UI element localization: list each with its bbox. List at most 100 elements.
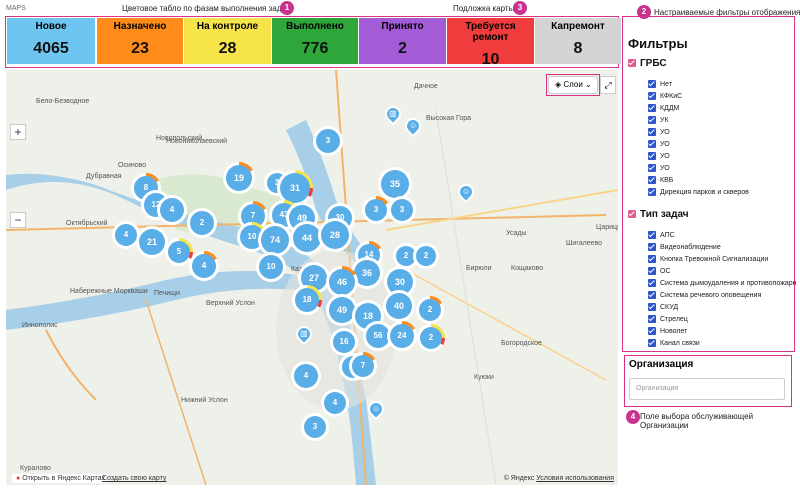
map-copyright: © Яндекс Условия использования <box>503 475 614 482</box>
checkbox-checked-icon[interactable] <box>648 255 656 264</box>
create-map-link[interactable]: Создать свою карту <box>102 475 166 482</box>
terms-link[interactable]: Условия использования <box>536 475 614 482</box>
map-cluster-count: 2 <box>419 299 441 321</box>
checkbox-checked-icon[interactable] <box>628 59 636 68</box>
checkbox-checked-icon[interactable] <box>628 210 636 219</box>
open-yandex-link[interactable]: ● Открыть в Яндекс Картах <box>12 474 110 483</box>
filter-item[interactable]: Система дымоудаления и противопожарн <box>648 279 796 289</box>
phase-count: 4065 <box>33 40 69 57</box>
map-cluster[interactable]: 2 <box>416 296 444 324</box>
map-pin-person[interactable]: ☺ <box>401 114 425 138</box>
checkbox-checked-icon[interactable] <box>648 243 656 252</box>
map-area[interactable]: Бело-Безводное Дубравная Осиново Новопольск… <box>6 70 618 485</box>
map-place-label: Бирюли <box>466 265 492 272</box>
map-cluster[interactable]: 2 <box>417 324 445 352</box>
map-cluster[interactable]: 3 <box>388 196 416 224</box>
map-cluster-count: 49 <box>329 297 355 323</box>
filter-item[interactable]: Новолет <box>648 327 687 337</box>
map-cluster[interactable]: 10 <box>256 252 286 282</box>
filter-item-label: КФКиС <box>660 93 683 100</box>
phase-tile[interactable]: Выполнено 776 <box>272 18 358 64</box>
filter-item[interactable]: СКУД <box>648 303 678 313</box>
zoom-in-button[interactable]: + <box>10 124 26 140</box>
checkbox-checked-icon[interactable] <box>648 339 656 348</box>
checkbox-checked-icon[interactable] <box>648 267 656 276</box>
map-cluster[interactable]: 40 <box>383 290 415 322</box>
checkbox-checked-icon[interactable] <box>648 327 656 336</box>
layers-button[interactable]: ◈ Слои ⌄ <box>548 76 598 94</box>
checkbox-checked-icon[interactable] <box>648 231 656 240</box>
checkbox-checked-icon[interactable] <box>648 116 656 125</box>
map-cluster[interactable]: 24 <box>387 321 417 351</box>
map-cluster[interactable]: 3 <box>313 126 343 156</box>
filter-item[interactable]: УК <box>648 116 669 126</box>
filter-item-label: УК <box>660 117 669 124</box>
filter-group-header[interactable]: ГРБС <box>628 58 667 69</box>
filter-item[interactable]: Стрелец <box>648 315 688 325</box>
filter-item[interactable]: АПС <box>648 231 675 241</box>
map-cluster[interactable]: 4 <box>189 251 219 281</box>
map-cluster-count: 3 <box>316 129 340 153</box>
checkbox-checked-icon[interactable] <box>648 92 656 101</box>
map-cluster[interactable]: 7 <box>349 352 377 380</box>
map-cluster[interactable]: 19 <box>223 162 255 194</box>
checkbox-checked-icon[interactable] <box>648 176 656 185</box>
map-cluster[interactable]: 3 <box>362 196 390 224</box>
filter-item[interactable]: Видеонаблюдение <box>648 243 721 253</box>
organization-input[interactable]: Организация <box>629 378 785 400</box>
map-cluster[interactable]: 2 <box>413 243 439 269</box>
checkbox-checked-icon[interactable] <box>648 104 656 113</box>
map-cluster-count: 40 <box>386 293 412 319</box>
map-pin-person[interactable]: ☺ <box>454 180 478 204</box>
fullscreen-button[interactable]: ⤢ <box>600 76 616 94</box>
map-pin-facility[interactable]: ▥ <box>292 322 316 346</box>
map-cluster[interactable]: 3 <box>301 413 329 441</box>
filter-item[interactable]: КВБ <box>648 176 673 186</box>
map-pin-person[interactable]: ☺ <box>364 397 388 421</box>
layers-label: Слои <box>563 80 583 89</box>
chevron-down-icon: ⌄ <box>582 80 592 89</box>
checkbox-checked-icon[interactable] <box>648 291 656 300</box>
phase-tile[interactable]: Назначено 23 <box>97 18 183 64</box>
map-cluster[interactable]: 4 <box>321 389 349 417</box>
map-cluster[interactable]: 16 <box>330 328 358 356</box>
map-cluster[interactable]: 4 <box>157 195 187 225</box>
map-cluster[interactable]: 4 <box>291 361 321 391</box>
checkbox-checked-icon[interactable] <box>648 188 656 197</box>
checkbox-checked-icon[interactable] <box>648 128 656 137</box>
filter-item[interactable]: Канал связи <box>648 339 700 349</box>
map-cluster-count: 7 <box>352 355 374 377</box>
map-cluster[interactable]: 2 <box>187 208 217 238</box>
checkbox-checked-icon[interactable] <box>648 140 656 149</box>
map-cluster[interactable]: 28 <box>318 218 352 252</box>
filter-item[interactable]: УО <box>648 152 670 162</box>
map-cluster-count: 3 <box>391 199 413 221</box>
filter-item[interactable]: УО <box>648 140 670 150</box>
filter-item[interactable]: КДДМ <box>648 104 679 114</box>
checkbox-checked-icon[interactable] <box>648 164 656 173</box>
filter-item[interactable]: УО <box>648 164 670 174</box>
filter-item[interactable]: УО <box>648 128 670 138</box>
filter-group-header[interactable]: Тип задач <box>628 209 689 220</box>
checkbox-checked-icon[interactable] <box>648 152 656 161</box>
checkbox-checked-icon[interactable] <box>648 80 656 89</box>
map-pin-facility[interactable]: ▥ <box>381 102 405 126</box>
map-cluster-count: 16 <box>333 331 355 353</box>
map-cluster[interactable]: 21 <box>136 226 168 258</box>
phase-tile[interactable]: Новое 4065 <box>7 18 95 64</box>
filter-item[interactable]: ОС <box>648 267 671 277</box>
phase-tile[interactable]: На контроле 28 <box>184 18 271 64</box>
filter-item[interactable]: Нет <box>648 80 672 90</box>
filter-item[interactable]: Система речевого оповещения <box>648 291 761 301</box>
checkbox-checked-icon[interactable] <box>648 315 656 324</box>
map-cluster[interactable]: 18 <box>292 285 322 315</box>
checkbox-checked-icon[interactable] <box>648 303 656 312</box>
phase-tile[interactable]: Принято 2 <box>359 18 446 64</box>
phase-tile[interactable]: Требуется ремонт 10 <box>447 18 534 68</box>
filter-item[interactable]: КФКиС <box>648 92 682 102</box>
filter-item[interactable]: Дирекция парков и скверов <box>648 188 749 198</box>
phase-tile[interactable]: Капремонт 8 <box>535 18 621 64</box>
zoom-out-button[interactable]: − <box>10 212 26 228</box>
filter-item[interactable]: Кнопка Тревожной Сигнализации <box>648 255 768 265</box>
checkbox-checked-icon[interactable] <box>648 279 656 288</box>
